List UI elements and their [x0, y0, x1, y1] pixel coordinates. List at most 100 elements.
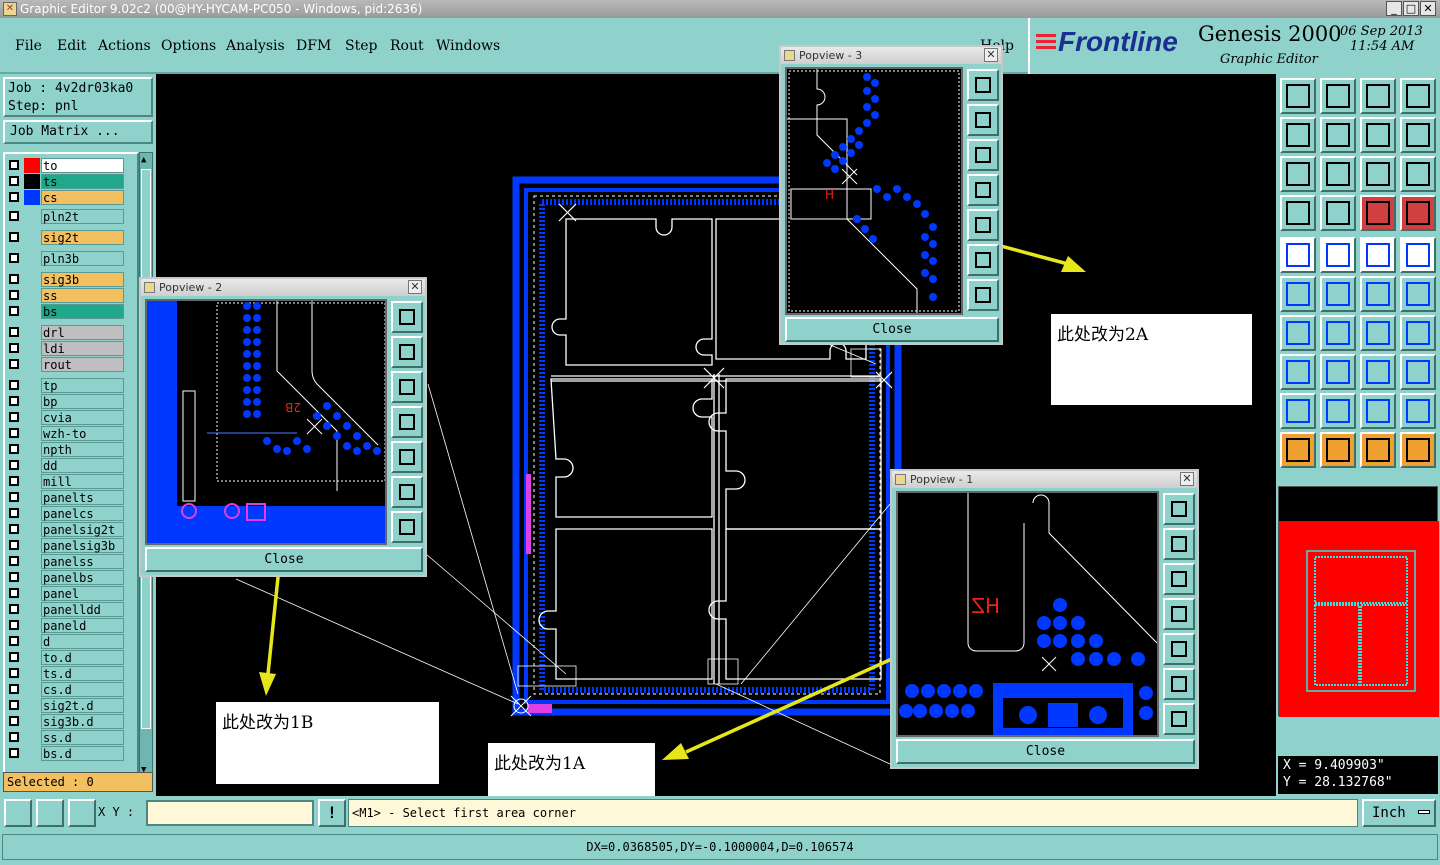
layer-checkbox[interactable] — [9, 232, 19, 242]
layer-color-swatch[interactable] — [24, 682, 40, 697]
popview-1-close-button[interactable]: Close — [896, 739, 1195, 764]
layer-row-panelbs[interactable]: panelbs — [6, 570, 124, 585]
layer-color-swatch[interactable] — [24, 746, 40, 761]
scroll-up-icon[interactable]: ▲ — [141, 155, 151, 165]
popview-1-view[interactable]: HZ — [896, 491, 1159, 737]
layer-row-panelsig3b[interactable]: panelsig3b — [6, 538, 124, 553]
layer-name[interactable]: cs — [41, 190, 124, 205]
menu-rout[interactable]: Rout — [390, 38, 424, 54]
layer-color-swatch[interactable] — [24, 357, 40, 372]
swap-icon[interactable] — [1360, 117, 1396, 153]
group-icon[interactable] — [1400, 354, 1436, 390]
measure-icon[interactable] — [36, 799, 64, 827]
layer-color-swatch[interactable] — [24, 730, 40, 745]
open-job-icon[interactable] — [1280, 78, 1316, 114]
layer-name[interactable]: sig3b.d — [41, 714, 124, 729]
alert-icon[interactable]: ! — [318, 799, 346, 827]
layer-checkbox[interactable] — [9, 306, 19, 316]
layer-color-swatch[interactable] — [24, 272, 40, 287]
layer-name[interactable]: d — [41, 634, 124, 649]
layer-color-swatch[interactable] — [24, 538, 40, 553]
pointer-icon[interactable] — [1280, 432, 1316, 468]
cut-icon[interactable] — [1320, 354, 1356, 390]
layer-color-swatch[interactable] — [24, 288, 40, 303]
zoom-area-icon[interactable] — [4, 799, 32, 827]
layer-name[interactable]: panelsig2t — [41, 522, 124, 537]
layer-row-ss.d[interactable]: ss.d — [6, 730, 124, 745]
fit-screen-icon[interactable] — [1280, 156, 1316, 192]
menu-file[interactable]: File — [15, 38, 42, 54]
menu-dfm[interactable]: DFM — [296, 38, 331, 54]
layer-checkbox[interactable] — [9, 211, 19, 221]
layer-color-swatch[interactable] — [24, 714, 40, 729]
layer-name[interactable]: panelss — [41, 554, 124, 569]
move-feature-icon[interactable] — [1360, 276, 1396, 312]
layer-row-bs.d[interactable]: bs.d — [6, 746, 124, 761]
popview-2-close-button[interactable]: Close — [145, 547, 423, 572]
menu-analysis[interactable]: Analysis — [226, 38, 285, 54]
layer-row-sig2t[interactable]: sig2t — [6, 230, 124, 245]
layer-checkbox[interactable] — [9, 412, 19, 422]
layer-row-sig2t.d[interactable]: sig2t.d — [6, 698, 124, 713]
popview-3-pan-up-button[interactable] — [967, 104, 999, 136]
layer-name[interactable]: panelsig3b — [41, 538, 124, 553]
layer-row-pln3b[interactable]: pln3b — [6, 251, 124, 266]
layer-row-panelsig2t[interactable]: panelsig2t — [6, 522, 124, 537]
layer-name[interactable]: ss — [41, 288, 124, 303]
popview-3-view[interactable]: H — [785, 67, 963, 315]
layer-row-to.d[interactable]: to.d — [6, 650, 124, 665]
popview-1-pan-down-button[interactable] — [1163, 563, 1195, 595]
popview-3-zoom-out-button[interactable] — [967, 244, 999, 276]
layer-name[interactable]: ts.d — [41, 666, 124, 681]
layer-row-cs[interactable]: cs — [6, 190, 124, 205]
grid-icon[interactable] — [68, 799, 96, 827]
layer-color-swatch[interactable] — [24, 586, 40, 601]
popview-2-pan-right-button[interactable] — [391, 441, 423, 473]
menu-step[interactable]: Step — [345, 38, 377, 54]
layer-name[interactable]: ss.d — [41, 730, 124, 745]
delete-icon[interactable] — [1320, 276, 1356, 312]
ruler-icon[interactable] — [1360, 237, 1396, 273]
layer-row-npth[interactable]: npth — [6, 442, 124, 457]
layer-checkbox[interactable] — [9, 460, 19, 470]
layer-color-swatch[interactable] — [24, 426, 40, 441]
add-line-icon[interactable] — [1320, 237, 1356, 273]
layer-color-swatch[interactable] — [24, 158, 40, 173]
arch-red-icon[interactable] — [1360, 393, 1396, 429]
layer-name[interactable]: rout — [41, 357, 124, 372]
save-icon[interactable] — [1320, 78, 1356, 114]
layer-color-swatch[interactable] — [24, 490, 40, 505]
layer-color-swatch[interactable] — [24, 698, 40, 713]
layer-color-swatch[interactable] — [24, 650, 40, 665]
popview-2-pan-up-button[interactable] — [391, 336, 423, 368]
layer-row-sig3b[interactable]: sig3b — [6, 272, 124, 287]
layer-name[interactable]: bp — [41, 394, 124, 409]
layer-row-bs[interactable]: bs — [6, 304, 124, 319]
units-dropdown[interactable]: Inch — [1362, 799, 1436, 827]
arch-sign-icon[interactable] — [1400, 393, 1436, 429]
rotate-icon[interactable] — [1400, 117, 1436, 153]
layer-checkbox[interactable] — [9, 492, 19, 502]
layer-checkbox[interactable] — [9, 359, 19, 369]
layout-icon[interactable] — [1320, 195, 1356, 231]
layer-color-swatch[interactable] — [24, 522, 40, 537]
layer-checkbox[interactable] — [9, 636, 19, 646]
layer-name[interactable]: wzh-to — [41, 426, 124, 441]
layer-color-swatch[interactable] — [24, 666, 40, 681]
layer-name[interactable]: tp — [41, 378, 124, 393]
pointer-zoom-icon[interactable] — [1360, 432, 1396, 468]
move-right-icon[interactable] — [1320, 117, 1356, 153]
layer-row-dd[interactable]: dd — [6, 458, 124, 473]
help-icon[interactable] — [1400, 156, 1436, 192]
layer-color-swatch[interactable] — [24, 554, 40, 569]
maximize-icon[interactable]: □ — [1403, 1, 1419, 16]
layer-color-swatch[interactable] — [24, 378, 40, 393]
close-window-button[interactable]: ✕ — [1420, 1, 1436, 16]
layer-checkbox[interactable] — [9, 160, 19, 170]
layer-name[interactable]: sig2t — [41, 230, 124, 245]
popview-3-close-icon[interactable]: ✕ — [984, 48, 998, 62]
angle-icon[interactable] — [1280, 315, 1316, 351]
layer-name[interactable]: panelts — [41, 490, 124, 505]
layer-row-bp[interactable]: bp — [6, 394, 124, 409]
layer-row-panelcs[interactable]: panelcs — [6, 506, 124, 521]
